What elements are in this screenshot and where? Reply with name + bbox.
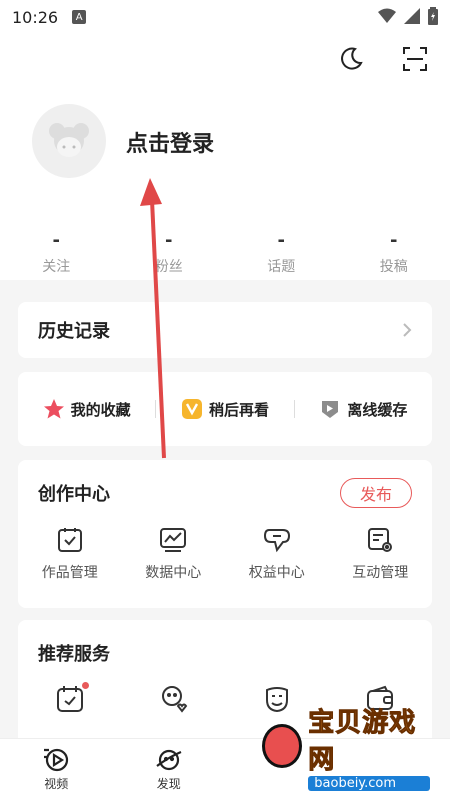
star-icon: [43, 399, 64, 419]
wifi-icon: [378, 8, 396, 23]
header-icons: [336, 44, 430, 74]
works-management-label: 作品管理: [41, 565, 98, 581]
stat-label: 粉丝: [154, 259, 183, 275]
moon-icon[interactable]: [336, 44, 366, 74]
cell-signal-icon: [404, 8, 420, 24]
watermark-url: baobeiy.com: [308, 775, 430, 791]
watch-later-button[interactable]: 稍后再看: [156, 398, 293, 420]
default-avatar-icon: [49, 123, 89, 157]
stat-value: -: [165, 230, 173, 251]
status-time: 10:26: [12, 7, 59, 27]
history-card[interactable]: 历史记录: [18, 302, 432, 358]
profile-header: 点击登录 - 关注 - 粉丝 - 话题 - 投稿: [0, 34, 450, 280]
battery-icon: [428, 7, 438, 25]
rights-center-label: 权益中心: [248, 565, 305, 581]
interaction-management-button[interactable]: 互动管理: [329, 526, 433, 582]
stat-posts[interactable]: - 投稿: [338, 230, 450, 276]
quick-actions-card: 我的收藏 稍后再看 离线缓存: [18, 372, 432, 446]
avatar[interactable]: [32, 104, 106, 178]
stat-value: -: [277, 230, 285, 251]
recommend-title: 推荐服务: [38, 644, 110, 665]
calendar-task-icon: [56, 686, 83, 712]
stat-label: 关注: [42, 259, 71, 275]
data-center-label: 数据中心: [145, 565, 202, 581]
watermark-logo: [262, 724, 303, 768]
status-right: [378, 7, 438, 25]
rights-icon: [263, 529, 290, 553]
interaction-management-label: 互动管理: [352, 565, 409, 581]
data-center-button[interactable]: 数据中心: [122, 526, 226, 582]
scan-icon[interactable]: [400, 44, 430, 74]
data-icon: [160, 528, 187, 552]
stat-label: 投稿: [379, 259, 408, 275]
stat-value: -: [52, 230, 60, 251]
offline-cache-label: 离线缓存: [347, 400, 408, 419]
notification-dot: [81, 682, 89, 689]
works-management-button[interactable]: 作品管理: [18, 526, 122, 582]
works-icon: [57, 528, 82, 552]
publish-button[interactable]: 发布: [340, 478, 412, 508]
interaction-icon: [368, 528, 393, 552]
rights-center-button[interactable]: 权益中心: [225, 526, 329, 582]
stat-value: -: [390, 230, 398, 251]
favorites-label: 我的收藏: [70, 400, 131, 419]
watch-later-label: 稍后再看: [208, 400, 269, 419]
task-center-button[interactable]: [18, 682, 122, 718]
notification-icon: A: [72, 10, 87, 24]
video-icon: [44, 748, 69, 772]
nav-video[interactable]: 视频: [0, 739, 113, 800]
stat-label: 话题: [267, 259, 296, 275]
watermark-text: 宝贝游戏网: [308, 707, 417, 775]
stat-fans[interactable]: - 粉丝: [113, 230, 226, 276]
stat-topics[interactable]: - 话题: [225, 230, 338, 276]
favorites-button[interactable]: 我的收藏: [18, 398, 155, 420]
nav-video-label: 视频: [44, 777, 69, 791]
nav-discover-label: 发现: [156, 777, 181, 791]
login-prompt[interactable]: 点击登录: [126, 126, 214, 158]
status-bar: 10:26 A: [0, 0, 450, 34]
watermark-text-block: 宝贝游戏网 baobeiy.com: [308, 702, 430, 791]
invite-friends-button[interactable]: [122, 684, 226, 718]
creation-center-title: 创作中心: [38, 484, 110, 505]
watch-later-icon: [181, 399, 202, 419]
task-icon-wrap: [55, 682, 89, 718]
history-title: 历史记录: [38, 321, 110, 342]
invite-friend-icon: [162, 686, 188, 713]
stat-following[interactable]: - 关注: [0, 230, 113, 276]
watermark: 宝贝游戏网 baobeiy.com: [262, 707, 430, 791]
stats-row: - 关注 - 粉丝 - 话题 - 投稿: [0, 230, 450, 276]
creation-center-card: 创作中心 发布 作品管理 数据中心 权益中心 互动管理: [18, 460, 432, 608]
creation-grid: 作品管理 数据中心 权益中心 互动管理: [18, 526, 432, 582]
recommend-header: 推荐服务: [18, 620, 432, 666]
planet-icon: [156, 749, 182, 771]
creation-center-header: 创作中心 发布: [18, 460, 432, 508]
chevron-right-icon: [403, 323, 412, 337]
nav-discover[interactable]: 发现: [113, 739, 226, 800]
offline-cache-button[interactable]: 离线缓存: [295, 398, 432, 420]
download-icon: [322, 401, 339, 418]
